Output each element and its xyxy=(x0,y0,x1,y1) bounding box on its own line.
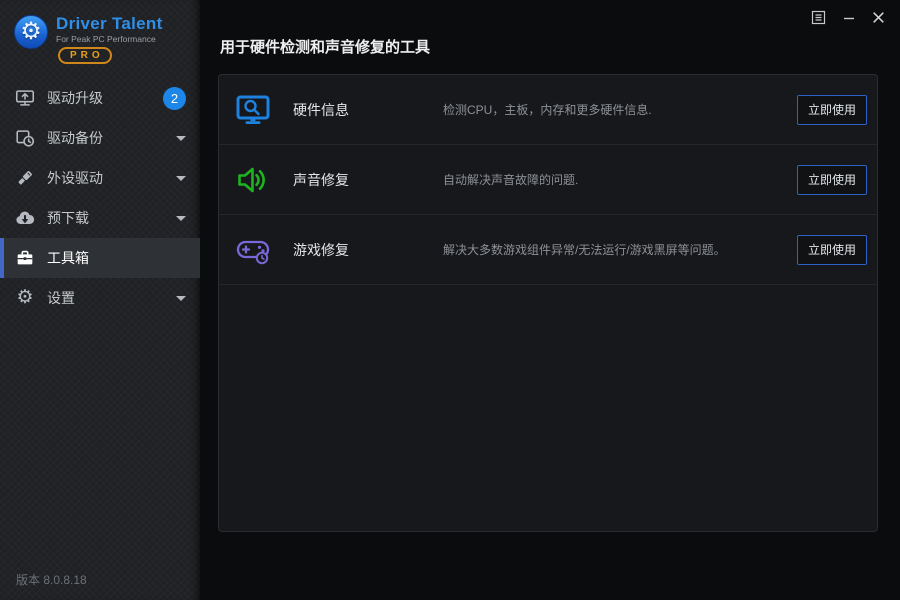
chevron-down-icon xyxy=(176,135,186,141)
app-logo: ⚙ Driver Talent For Peak PC Performance … xyxy=(0,0,200,72)
tool-name: 游戏修复 xyxy=(293,241,349,258)
backup-clock-icon xyxy=(14,127,36,149)
logo-title: Driver Talent xyxy=(56,14,163,33)
version-label: 版本 8.0.8.18 xyxy=(16,573,87,587)
chevron-down-icon xyxy=(176,215,186,221)
chevron-down-icon xyxy=(176,175,186,181)
use-now-button-hardware[interactable]: 立即使用 xyxy=(797,94,867,125)
speaker-icon xyxy=(235,162,271,198)
tool-row-hardware-info: 硬件信息 检测CPU，主板，内存和更多硬件信息. 立即使用 xyxy=(219,75,877,145)
sidebar-item-label: 预下载 xyxy=(47,210,89,226)
sidebar-item-label: 驱动升级 xyxy=(47,90,103,106)
usb-drive-icon xyxy=(14,167,36,189)
sidebar-item-label: 设置 xyxy=(47,290,75,306)
window-controls xyxy=(809,8,888,27)
chevron-down-icon xyxy=(176,295,186,301)
logo-text: Driver Talent For Peak PC Performance PR… xyxy=(56,15,163,64)
tool-name: 硬件信息 xyxy=(293,101,349,118)
sidebar-item-label: 工具箱 xyxy=(47,250,89,266)
page-title: 用于硬件检测和声音修复的工具 xyxy=(220,39,431,56)
pro-badge: PRO xyxy=(58,47,112,64)
logo-gear-icon: ⚙ xyxy=(14,15,48,49)
use-now-button-game[interactable]: 立即使用 xyxy=(797,234,867,265)
tool-description: 自动解决声音故障的问题. xyxy=(443,173,579,187)
tool-description: 检测CPU，主板，内存和更多硬件信息. xyxy=(443,103,652,117)
tool-row-sound-repair: 声音修复 自动解决声音故障的问题. 立即使用 xyxy=(219,145,877,215)
use-now-button-sound[interactable]: 立即使用 xyxy=(797,164,867,195)
tool-row-game-repair: 游戏修复 解决大多数游戏组件异常/无法运行/游戏黑屏等问题。 立即使用 xyxy=(219,215,877,285)
cloud-download-icon xyxy=(14,207,36,229)
tool-name: 声音修复 xyxy=(293,171,349,188)
sidebar-item-label: 外设驱动 xyxy=(47,170,103,186)
update-count-badge: 2 xyxy=(163,86,186,110)
sidebar-item-toolbox[interactable]: 工具箱 xyxy=(0,238,200,278)
minimize-icon[interactable] xyxy=(839,8,858,27)
sidebar-item-driver-backup[interactable]: 驱动备份 xyxy=(0,118,200,158)
sidebar: ⚙ Driver Talent For Peak PC Performance … xyxy=(0,0,200,600)
logo-subtitle: For Peak PC Performance xyxy=(56,34,156,44)
sidebar-item-label: 驱动备份 xyxy=(47,130,103,146)
toolbox-icon xyxy=(14,247,36,269)
sidebar-item-driver-upgrade[interactable]: 驱动升级 2 xyxy=(0,78,200,118)
sidebar-item-settings[interactable]: ⚙ 设置 xyxy=(0,278,200,318)
sidebar-item-pre-download[interactable]: 预下载 xyxy=(0,198,200,238)
tools-panel: 硬件信息 检测CPU，主板，内存和更多硬件信息. 立即使用 声音修复 自动解决声… xyxy=(218,74,878,532)
menu-icon[interactable] xyxy=(809,8,828,27)
sidebar-item-peripheral-drivers[interactable]: 外设驱动 xyxy=(0,158,200,198)
sidebar-nav: 驱动升级 2 驱动备份 外设驱动 预下载 工具箱 ⚙ 设置 xyxy=(0,78,200,318)
app-window: ⚙ Driver Talent For Peak PC Performance … xyxy=(0,0,900,600)
hardware-monitor-icon xyxy=(235,92,271,128)
tool-description: 解决大多数游戏组件异常/无法运行/游戏黑屏等问题。 xyxy=(443,243,726,257)
monitor-upgrade-icon xyxy=(14,87,36,109)
gear-icon: ⚙ xyxy=(16,287,34,308)
close-icon[interactable] xyxy=(869,8,888,27)
gamepad-repair-icon xyxy=(235,232,271,268)
main-content: 用于硬件检测和声音修复的工具 硬件信息 检测CPU，主板，内存和更多硬件信息. … xyxy=(200,0,900,600)
